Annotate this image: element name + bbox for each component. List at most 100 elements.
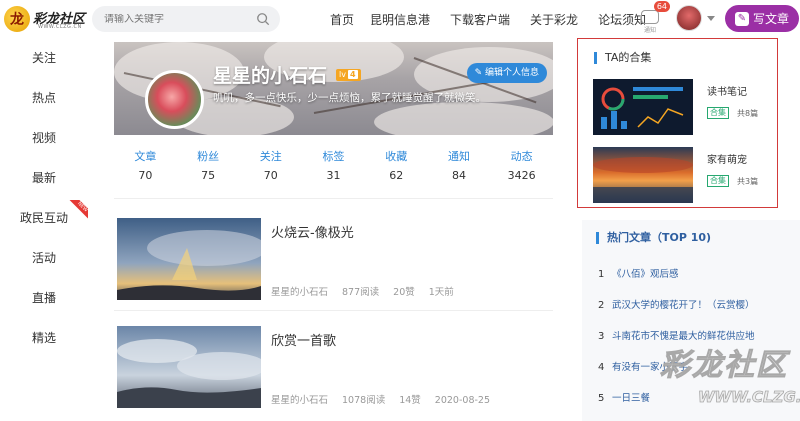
article-time: 2020-08-25 xyxy=(434,395,491,406)
stat-notifications[interactable]: 通知 84 xyxy=(428,148,491,192)
site-logo[interactable]: 龙 彩龙社区 WWW.CLZG.CN xyxy=(4,4,86,34)
new-ribbon: NEW xyxy=(66,200,88,222)
hot-article-title[interactable]: 武汉大学的樱花开了！（云赏樱） xyxy=(612,300,755,311)
article-card[interactable]: 火烧云-像极光 星星的小石石 877阅读 20赞 1天前 xyxy=(117,218,553,300)
collection-title[interactable]: 读书笔记 xyxy=(707,83,747,98)
article-author[interactable]: 星星的小石石 xyxy=(271,395,328,406)
notification-label: 通知 xyxy=(643,27,656,34)
stat-label: 粉丝 xyxy=(197,150,220,163)
rank-number: 5 xyxy=(598,393,605,404)
sidebar-item-interaction[interactable]: 政民互动 NEW xyxy=(0,198,88,238)
article-reads: 1078阅读 xyxy=(342,395,386,406)
stat-label: 动态 xyxy=(510,150,533,163)
hot-articles-list: 1 《八佰》观后感 2 武汉大学的樱花开了！（云赏樱） 3 斗南花市不愧是最大的鲜花供… xyxy=(598,266,794,421)
sidebar-item-featured[interactable]: 精选 xyxy=(0,318,88,358)
profile-name: 星星的小石石 xyxy=(213,65,328,87)
stat-favorites[interactable]: 收藏 62 xyxy=(365,148,428,192)
user-avatar[interactable] xyxy=(676,5,702,31)
sidebar-item-live[interactable]: 直播 xyxy=(0,278,88,318)
collection-item[interactable]: 家有萌宠 合集 共3篇 xyxy=(593,147,768,203)
list-item[interactable]: 5 一日三餐 xyxy=(598,390,794,421)
dragon-logo-icon: 龙 xyxy=(4,6,30,32)
article-title[interactable]: 火烧云-像极光 xyxy=(271,222,354,241)
edit-profile-label: 编辑个人信息 xyxy=(484,68,539,78)
collection-heading: TA的合集 xyxy=(594,52,651,64)
article-meta: 星星的小石石 1078阅读 14赞 2020-08-25 xyxy=(271,392,504,406)
sidebar-item-follow[interactable]: 关注 xyxy=(0,38,88,78)
sidebar-item-latest[interactable]: 最新 xyxy=(0,158,88,198)
stat-label: 文章 xyxy=(134,150,157,163)
article-thumbnail[interactable] xyxy=(117,326,261,408)
stat-value: 70 xyxy=(263,169,278,182)
level-prefix: lv xyxy=(339,70,346,79)
hot-article-title[interactable]: 斗南花市不愧是最大的鲜花供应地 xyxy=(612,331,755,342)
write-article-label: 写文章 xyxy=(752,12,789,26)
list-item[interactable]: 3 斗南花市不愧是最大的鲜花供应地 xyxy=(598,328,794,359)
article-author[interactable]: 星星的小石石 xyxy=(271,287,328,298)
left-sidebar: 关注 热点 视频 最新 政民互动 NEW 活动 直播 精选 xyxy=(0,38,88,358)
stat-value: 31 xyxy=(326,169,341,182)
nav-home[interactable]: 首页 xyxy=(330,11,354,28)
notification-button[interactable]: 通知 64 xyxy=(636,1,670,34)
profile-banner: 星星的小石石 lv 4 叽叽，多一点快乐，少一点烦恼，累了就睡觉醒了就微笑。 ✎ … xyxy=(114,42,553,135)
nav-download-client[interactable]: 下载客户端 xyxy=(450,11,510,28)
stat-tags[interactable]: 标签 31 xyxy=(302,148,365,192)
collection-panel: TA的合集 读书笔记 合集 共8篇 家有萌宠 合集 共3篇 xyxy=(577,38,778,208)
article-title[interactable]: 欣赏一首歌 xyxy=(271,330,336,349)
message-bubble-icon xyxy=(641,10,659,24)
blossom-decoration xyxy=(374,102,553,135)
chevron-down-icon[interactable] xyxy=(707,16,715,21)
article-likes: 20赞 xyxy=(393,287,415,298)
hot-article-title[interactable]: 有没有一家小王宇 xyxy=(612,362,688,373)
stat-label: 通知 xyxy=(447,150,470,163)
hot-articles-heading: 热门文章（TOP 10) xyxy=(596,232,711,244)
article-meta: 星星的小石石 877阅读 20赞 1天前 xyxy=(271,284,468,298)
sidebar-item-activity[interactable]: 活动 xyxy=(0,238,88,278)
edit-profile-button[interactable]: ✎ 编辑个人信息 xyxy=(466,63,547,83)
stat-value: 84 xyxy=(451,169,466,182)
rank-number: 1 xyxy=(598,269,605,280)
stat-following[interactable]: 关注 70 xyxy=(239,148,302,192)
stat-articles[interactable]: 文章 70 xyxy=(114,148,177,192)
stat-value: 62 xyxy=(389,169,404,182)
article-likes: 14赞 xyxy=(399,395,421,406)
stat-label: 标签 xyxy=(322,150,345,163)
search-icon[interactable] xyxy=(256,12,270,26)
hot-article-title[interactable]: 一日三餐 xyxy=(612,393,650,404)
divider xyxy=(114,198,553,199)
edit-icon: ✎ xyxy=(474,68,485,78)
rank-number: 2 xyxy=(598,300,605,311)
collection-thumbnail[interactable] xyxy=(593,79,693,135)
hot-article-title[interactable]: 《八佰》观后感 xyxy=(612,269,679,280)
main-nav: 首页 昆明信息港 下载客户端 关于彩龙 论坛须知 xyxy=(330,0,666,38)
list-item[interactable]: 1 《八佰》观后感 xyxy=(598,266,794,297)
nav-kunming-info[interactable]: 昆明信息港 xyxy=(370,11,430,28)
collection-tag: 合集 xyxy=(707,175,729,187)
rank-number: 4 xyxy=(598,362,605,373)
article-thumbnail[interactable] xyxy=(117,218,261,300)
level-number: 4 xyxy=(347,70,358,79)
collection-item[interactable]: 读书笔记 合集 共8篇 xyxy=(593,79,768,135)
list-item[interactable]: 2 武汉大学的樱花开了！（云赏樱） xyxy=(598,297,794,328)
article-card[interactable]: 欣赏一首歌 星星的小石石 1078阅读 14赞 2020-08-25 xyxy=(117,326,553,408)
collection-title[interactable]: 家有萌宠 xyxy=(707,151,747,166)
divider xyxy=(114,310,553,311)
collection-count: 共8篇 xyxy=(737,109,759,118)
search-input[interactable] xyxy=(104,13,256,25)
sidebar-item-hot[interactable]: 热点 xyxy=(0,78,88,118)
stat-activity[interactable]: 动态 3426 xyxy=(490,148,553,192)
profile-avatar[interactable] xyxy=(145,70,204,129)
article-time: 1天前 xyxy=(428,287,454,298)
profile-bio: 叽叽，多一点快乐，少一点烦恼，累了就睡觉醒了就微笑。 xyxy=(213,92,486,104)
nav-about[interactable]: 关于彩龙 xyxy=(530,11,578,28)
search-box xyxy=(92,6,280,32)
list-item[interactable]: 4 有没有一家小王宇 xyxy=(598,359,794,390)
level-badge: lv 4 xyxy=(336,69,361,81)
sidebar-item-video[interactable]: 视频 xyxy=(0,118,88,158)
profile-stats: 文章 70 粉丝 75 关注 70 标签 31 收藏 62 通知 84 动态 3426 xyxy=(114,148,553,192)
write-article-button[interactable]: ✎ 写文章 xyxy=(725,5,799,32)
pen-icon: ✎ xyxy=(734,11,749,26)
collection-thumbnail[interactable] xyxy=(593,147,693,203)
stat-fans[interactable]: 粉丝 75 xyxy=(177,148,240,192)
rank-number: 3 xyxy=(598,331,605,342)
